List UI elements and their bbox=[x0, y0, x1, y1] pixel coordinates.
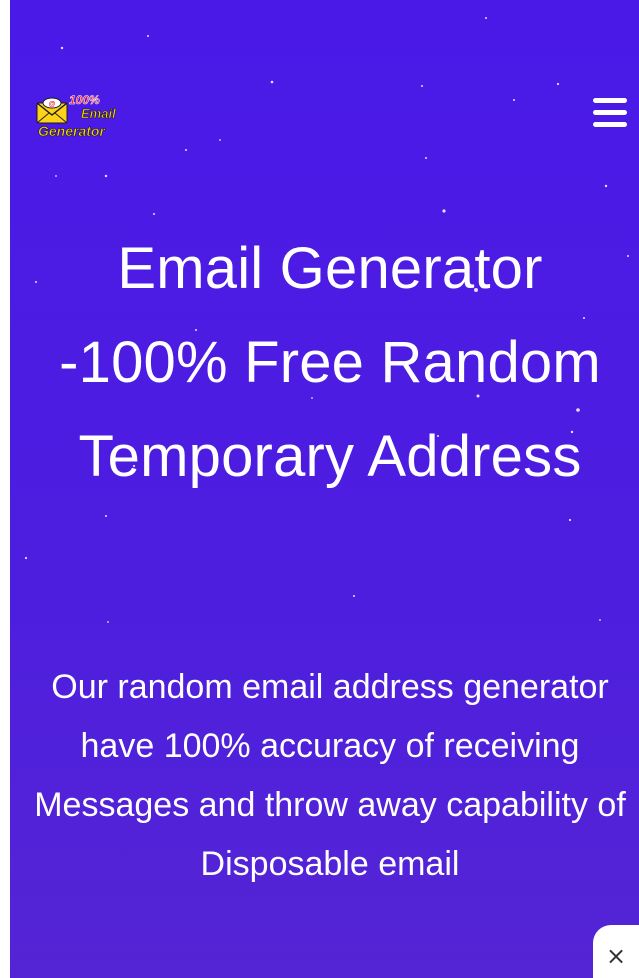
logo-badge-text: 100% bbox=[69, 93, 100, 107]
email-generator-logo-icon: @ 100% Email Generator bbox=[36, 93, 116, 139]
close-ad-button[interactable]: × bbox=[593, 925, 639, 978]
logo-line-generator: Generator bbox=[38, 123, 106, 139]
svg-text:@: @ bbox=[49, 101, 56, 108]
menu-bar-bottom bbox=[593, 122, 627, 127]
logo-line-email: Email bbox=[81, 106, 116, 121]
page-subtitle: Our random email address generator have … bbox=[34, 668, 626, 883]
email-generator-logo[interactable]: @ 100% Email Generator bbox=[36, 90, 132, 142]
hero-section: @ 100% Email Generator Email Generator -… bbox=[10, 0, 639, 978]
close-icon: × bbox=[605, 942, 627, 970]
menu-bar-middle bbox=[593, 110, 627, 115]
menu-bar-top bbox=[593, 98, 627, 103]
page-title: Email Generator -100% Free Random Tempor… bbox=[59, 236, 601, 489]
hamburger-menu-icon[interactable] bbox=[593, 98, 627, 130]
